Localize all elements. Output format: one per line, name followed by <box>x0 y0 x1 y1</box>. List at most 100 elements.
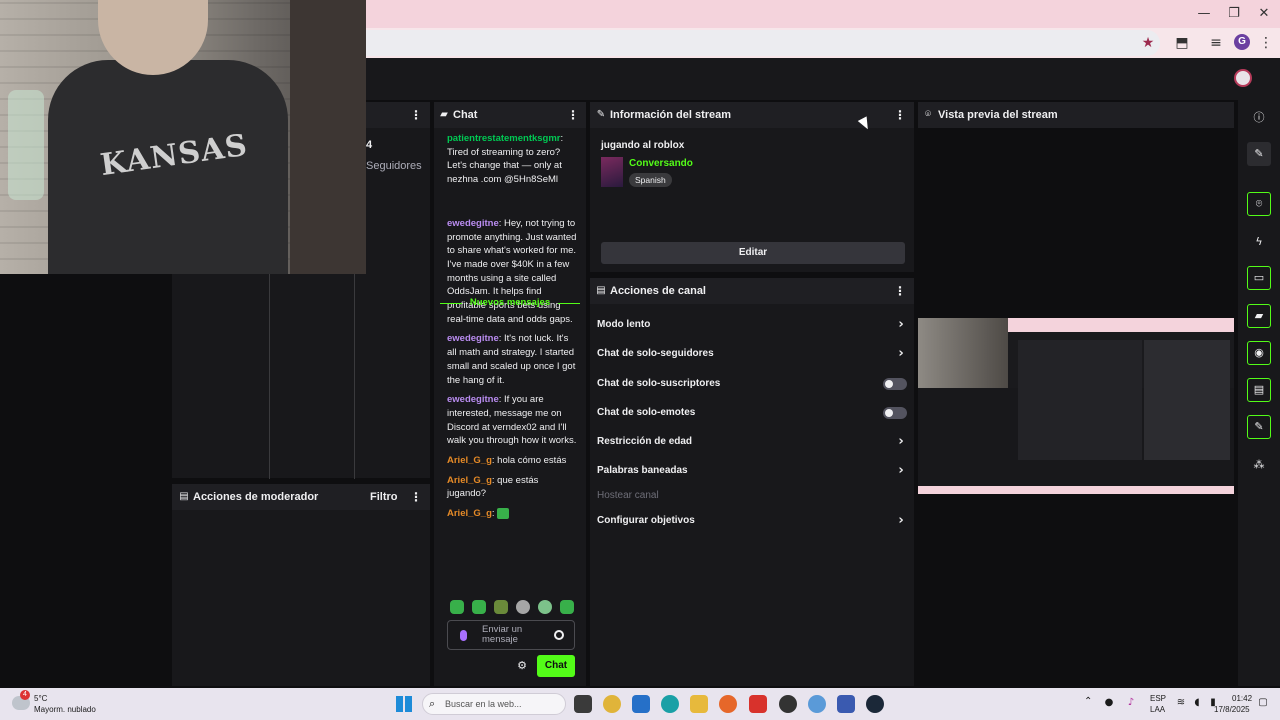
youtube-icon[interactable] <box>749 695 767 713</box>
broadcast-icon[interactable]: ◉ <box>1247 341 1271 365</box>
emote-icon[interactable] <box>494 600 508 614</box>
wrench-icon[interactable]: ✎ <box>1247 415 1271 439</box>
restore-button[interactable]: ❐ <box>1224 4 1244 24</box>
keyboard-layout[interactable]: LAA <box>1150 705 1165 714</box>
chat-message: Ariel_G_g: que estás jugando? <box>447 474 539 500</box>
chat-username[interactable]: Ariel_G_g <box>447 455 492 466</box>
chevron-right-icon: › <box>898 513 904 528</box>
file-explorer-icon[interactable] <box>690 695 708 713</box>
action-label: Palabras baneadas <box>597 465 688 476</box>
emoji-picker-icon[interactable] <box>554 630 564 640</box>
chat-username[interactable]: ewedegitne <box>447 218 499 229</box>
chevron-right-icon: › <box>898 463 904 478</box>
action-configure-goals[interactable]: Configurar objetivos › <box>597 511 907 531</box>
close-button[interactable]: ✕ <box>1254 4 1274 24</box>
taskbar-search[interactable]: ⌕ Buscar en la web... <box>422 693 566 715</box>
panel-title: Información del stream <box>610 109 732 121</box>
action-followers-only[interactable]: Chat de solo-seguidores › <box>597 344 907 364</box>
edge-icon[interactable] <box>661 695 679 713</box>
media-icon[interactable]: ≡ <box>1206 33 1226 53</box>
stream-preview-panel: ⌾ Vista previa del stream <box>918 102 1234 686</box>
notification-badge: 4 <box>20 690 30 700</box>
chat-username[interactable]: patientrestatementksgmr <box>447 133 561 144</box>
subscribers-only-toggle[interactable] <box>883 378 907 390</box>
emote-icon[interactable] <box>560 600 574 614</box>
webcam-overlay: KANSAS <box>0 0 366 274</box>
action-emotes-only: Chat de solo-emotes <box>597 403 907 423</box>
volume-icon[interactable]: ◖ <box>1190 696 1204 710</box>
notes-icon[interactable]: ▭ <box>1247 266 1271 290</box>
notifications-icon[interactable]: ▢ <box>1256 696 1270 710</box>
chat-username[interactable]: Ariel_G_g <box>447 475 492 486</box>
emote-icon[interactable] <box>450 600 464 614</box>
emote-icon <box>497 508 510 520</box>
wifi-icon[interactable]: ≋ <box>1174 696 1188 710</box>
action-slow-mode[interactable]: Modo lento › <box>597 315 907 335</box>
firefox-icon[interactable] <box>719 695 737 713</box>
clock-date[interactable]: 17/8/2025 <box>1214 705 1250 714</box>
action-banned-words[interactable]: Palabras baneadas › <box>597 461 907 481</box>
focus-icon[interactable]: ⌾ <box>1247 192 1271 216</box>
more-options-icon[interactable]: ⋮ <box>894 107 906 123</box>
task-view-icon[interactable] <box>574 695 592 713</box>
emote-icon[interactable] <box>472 600 486 614</box>
chrome-profile-icon[interactable] <box>808 695 826 713</box>
weather-temperature[interactable]: 5°C <box>34 694 47 703</box>
more-options-icon[interactable]: ⋮ <box>567 107 579 123</box>
chat-username[interactable]: ewedegitne <box>447 394 499 405</box>
chat-message-list: patientrestatementksgmr: Tired of stream… <box>447 132 577 527</box>
lightning-icon[interactable]: ϟ <box>1247 230 1271 254</box>
chat-panel: ▰ Chat ⋮ patientrestatementksgmr: Tired … <box>434 102 586 686</box>
star-icon[interactable]: ★ <box>1138 33 1158 53</box>
chat-bubble-icon[interactable]: ▰ <box>1247 304 1271 328</box>
minimize-button[interactable]: — <box>1194 4 1214 24</box>
gear-icon[interactable]: ⚙ <box>516 660 528 672</box>
windows-start-icon[interactable] <box>396 696 412 712</box>
app-icon[interactable] <box>837 695 855 713</box>
microphone-icon[interactable] <box>460 630 467 641</box>
chat-input[interactable]: Enviar un mensaje <box>447 620 575 650</box>
language-indicator[interactable]: ESP <box>1150 694 1166 703</box>
search-icon: ⌕ <box>429 697 436 710</box>
action-age-restriction[interactable]: Restricción de edad › <box>597 432 907 452</box>
steam-icon[interactable] <box>866 695 884 713</box>
tray-app-icon[interactable]: ● <box>1102 696 1116 710</box>
chat-send-button[interactable]: Chat <box>537 655 575 677</box>
chrome-icon[interactable] <box>603 695 621 713</box>
chevron-up-icon[interactable]: ⌃ <box>1084 696 1092 707</box>
stream-preview-video[interactable] <box>918 318 1234 494</box>
language-tag: Spanish <box>629 173 672 187</box>
obs-icon[interactable] <box>779 695 797 713</box>
layout-icon[interactable]: ▤ <box>1247 378 1271 402</box>
chat-username[interactable]: Ariel_G_g <box>447 508 492 519</box>
menu-icon[interactable]: ⋮ <box>1256 33 1276 53</box>
chat-input-placeholder: Enviar un mensaje <box>482 624 523 645</box>
filter-button[interactable]: Filtro <box>370 491 398 503</box>
profile-avatar[interactable]: G <box>1234 34 1250 50</box>
community-icon[interactable]: ⁂ <box>1247 453 1271 477</box>
emote-icon[interactable] <box>538 600 552 614</box>
chat-username[interactable]: ewedegitne <box>447 333 499 344</box>
action-label: Hostear canal <box>597 490 659 501</box>
chat-message: Ariel_G_g: <box>447 507 577 521</box>
list-icon: ▤ <box>596 285 606 296</box>
clock-time[interactable]: 01:42 <box>1232 694 1252 703</box>
category-name[interactable]: Conversando <box>629 158 693 169</box>
weather-description[interactable]: Mayorm. nublado <box>34 705 96 714</box>
store-icon[interactable] <box>632 695 650 713</box>
pencil-icon[interactable]: ✎ <box>1247 142 1271 166</box>
more-options-icon[interactable]: ⋮ <box>410 489 422 505</box>
emote-icon[interactable] <box>516 600 530 614</box>
emote-bar <box>450 600 574 616</box>
edit-button[interactable]: Editar <box>601 242 905 264</box>
extensions-icon[interactable]: ⬒ <box>1172 33 1192 53</box>
emotes-only-toggle[interactable] <box>883 407 907 419</box>
bottle <box>8 90 44 200</box>
panel-title: Acciones de moderador <box>193 491 319 503</box>
info-icon[interactable]: ⓘ <box>1247 106 1271 130</box>
user-avatar[interactable] <box>1234 69 1252 87</box>
more-options-icon[interactable]: ⋮ <box>894 283 906 299</box>
more-options-icon[interactable]: ⋮ <box>410 107 422 123</box>
mod-actions-panel: ▤ Acciones de moderador Filtro ⋮ <box>172 484 430 686</box>
microphone-icon[interactable]: ♪ <box>1124 696 1138 710</box>
